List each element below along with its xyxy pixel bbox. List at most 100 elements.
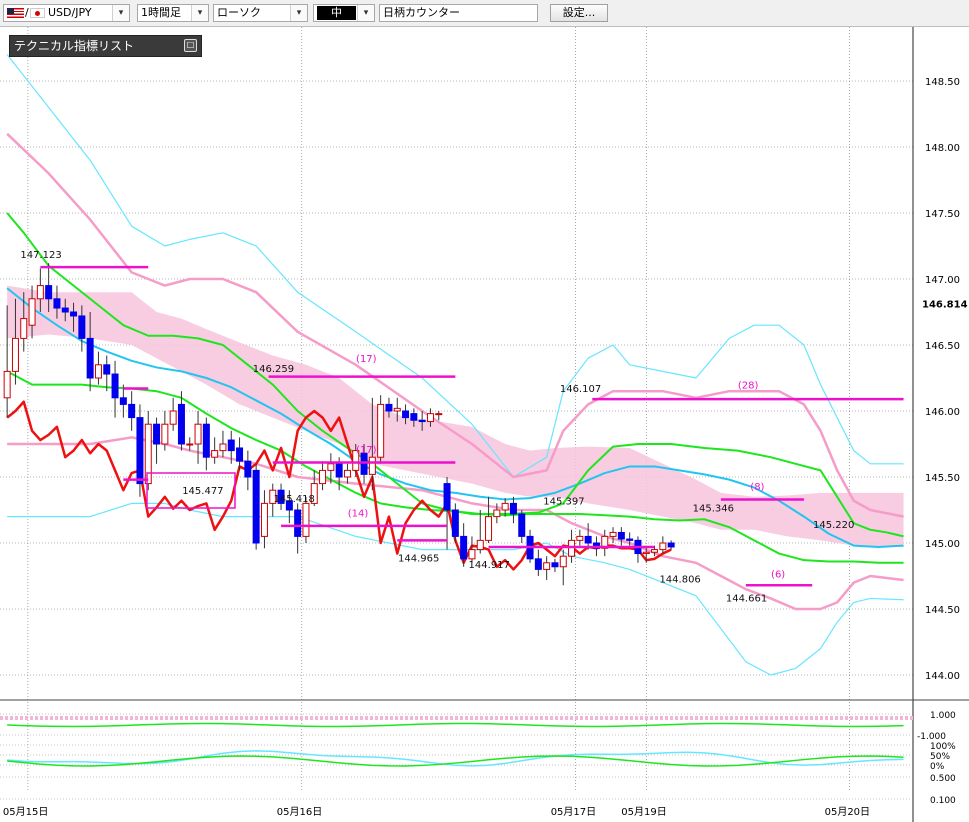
price-annotation: 145.220 <box>813 520 854 531</box>
y-tick-label: 147.00 <box>925 275 960 286</box>
candle-body <box>119 397 127 405</box>
candle-body <box>219 443 227 452</box>
candle-body <box>534 558 542 570</box>
candle-body <box>460 535 468 560</box>
symbol-label: USD/JPY <box>48 6 92 19</box>
candle-body <box>169 410 177 425</box>
us-flag-icon <box>7 8 24 18</box>
candle <box>485 496 493 543</box>
candle-body <box>435 413 443 416</box>
candle-body <box>186 443 194 446</box>
current-price-label: 146.814 <box>922 300 968 311</box>
candle-body <box>468 549 476 560</box>
candle-body <box>202 423 210 458</box>
candle <box>194 411 202 464</box>
candle-body <box>360 452 368 475</box>
price-annotation: 144.806 <box>659 575 700 586</box>
chevron-down-icon[interactable]: ▾ <box>191 5 208 21</box>
candle-body <box>393 407 401 412</box>
x-tick-label: 05月15日 <box>3 806 48 818</box>
candle-body <box>377 403 385 458</box>
candle-body <box>177 403 185 445</box>
candle-body <box>236 447 244 462</box>
price-annotation: 144.965 <box>398 554 439 565</box>
x-tick-label: 05月17日 <box>551 806 596 818</box>
candle-body <box>111 373 119 399</box>
candle-body <box>103 364 111 375</box>
candle <box>576 529 584 546</box>
candle-body <box>327 463 335 471</box>
candle-body <box>78 315 86 339</box>
candle-body <box>244 460 252 478</box>
counter-label: 日柄カウンター <box>383 6 460 19</box>
maximize-icon[interactable]: □ <box>184 39 197 52</box>
candle-body <box>53 298 61 309</box>
chart-style-select[interactable]: ローソク ▾ <box>213 4 308 22</box>
chevron-down-icon[interactable]: ▾ <box>357 5 374 21</box>
candle <box>518 510 526 543</box>
price-annotation: 146.107 <box>560 384 601 395</box>
price-annotation: 144.661 <box>726 594 767 605</box>
timeframe-select[interactable]: 1時間足 ▾ <box>137 4 209 22</box>
size-label: 中 <box>317 6 356 20</box>
count-label: (28) <box>738 381 759 392</box>
candle-body <box>443 483 451 511</box>
symbol-select[interactable]: / USD/JPY ▾ <box>3 4 130 22</box>
candle <box>211 437 219 464</box>
x-tick-label: 05月20日 <box>825 806 870 818</box>
y-tick-label: 146.00 <box>925 407 960 418</box>
count-label: (14) <box>348 509 369 520</box>
candle <box>509 496 517 524</box>
candle <box>601 529 609 557</box>
candle <box>617 527 625 546</box>
oscillator-3 <box>7 755 904 767</box>
chevron-down-icon[interactable]: ▾ <box>290 5 307 21</box>
candle-body <box>551 562 559 568</box>
price-annotation: 145.418 <box>274 494 315 505</box>
candle <box>236 437 244 471</box>
candle-body <box>402 410 410 419</box>
candle-body <box>659 542 667 551</box>
candle-body <box>161 423 169 445</box>
candle-body <box>485 516 493 541</box>
price-annotation: 145.346 <box>693 503 734 514</box>
price-annotation: 146.259 <box>253 364 294 375</box>
subpanel-level-label: 100% <box>930 742 956 752</box>
candle-body <box>617 531 625 540</box>
size-select[interactable]: 中 ▾ <box>313 4 375 22</box>
candle-body <box>451 509 459 537</box>
candle <box>153 417 161 464</box>
counter-field[interactable]: 日柄カウンター <box>379 4 538 22</box>
candle-body <box>476 539 484 551</box>
candle-body <box>45 285 53 300</box>
candle <box>144 411 152 491</box>
price-chart[interactable]: 148.50 148.00 147.50 147.00 146.50 146.00 145.… <box>0 27 969 822</box>
subpanel-level-label: -1.000 <box>917 732 946 742</box>
timeframe-label: 1時間足 <box>141 6 181 19</box>
candle-body <box>410 413 418 421</box>
y-tick-label: 144.50 <box>925 605 960 616</box>
candle-body <box>211 450 219 458</box>
candle <box>94 351 102 385</box>
candle-body <box>319 469 327 485</box>
subpanel-level-label: 0% <box>930 762 945 772</box>
candle-body <box>61 307 69 313</box>
toolbar: / USD/JPY ▾ 1時間足 ▾ ローソク ▾ 中 ▾ 日柄カウンター 設定… <box>0 0 969 27</box>
subpanel-level-label: 50% <box>930 752 950 762</box>
candle-body <box>335 463 343 478</box>
subpanel-level-label: 0.500 <box>930 774 956 784</box>
chevron-down-icon[interactable]: ▾ <box>112 5 129 21</box>
candle <box>319 461 327 491</box>
settings-button[interactable]: 設定... <box>550 4 608 22</box>
indicator-list-panel[interactable]: テクニカル指標リスト □ <box>9 35 202 57</box>
candle <box>136 404 144 497</box>
candle-body <box>194 423 202 445</box>
y-tick-label: 144.00 <box>925 671 960 682</box>
candle <box>634 536 642 563</box>
candle <box>476 510 484 554</box>
moving-average-long <box>6 212 904 538</box>
candle-body <box>626 538 634 541</box>
candle-body <box>153 423 161 445</box>
candle-body <box>3 370 11 399</box>
count-label: (17) <box>356 445 377 456</box>
